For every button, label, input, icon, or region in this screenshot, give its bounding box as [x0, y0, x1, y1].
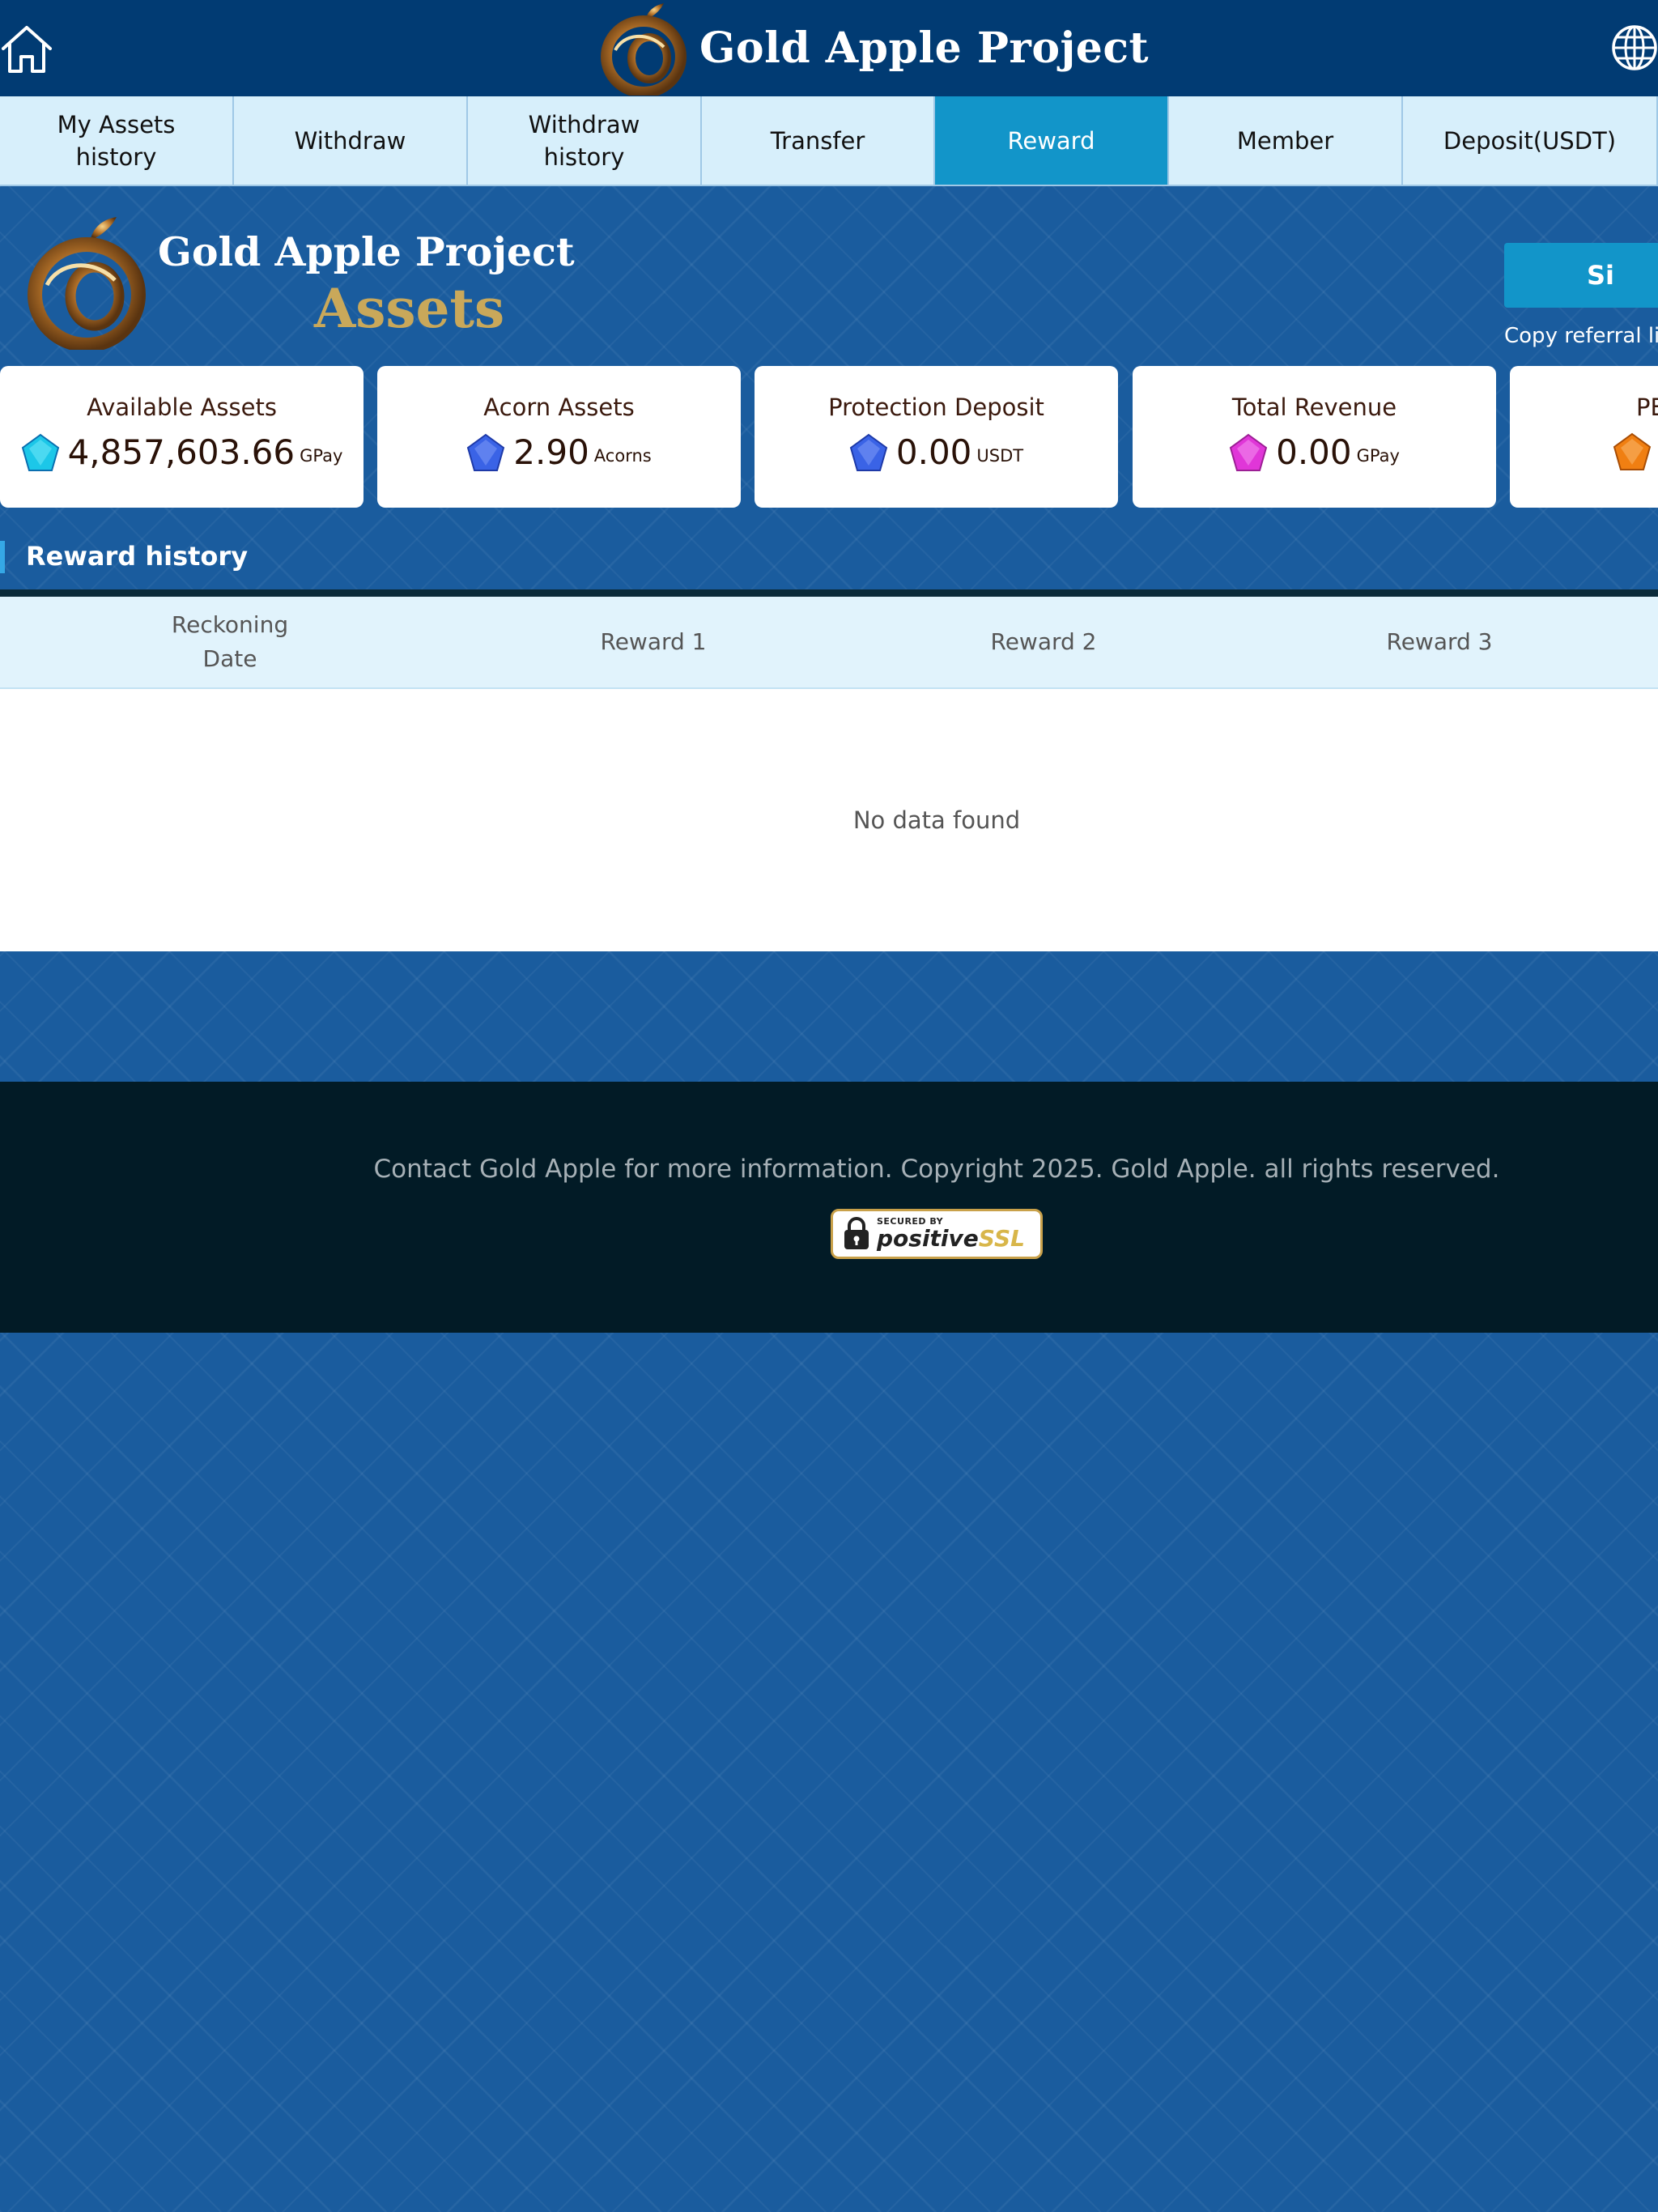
- top-header-bar: Gold Apple Project: [0, 0, 1658, 96]
- card-title: Available Assets: [87, 393, 277, 421]
- gem-icon: [849, 433, 888, 471]
- column-header-reward-3: Reward 3: [1386, 628, 1493, 655]
- tab-withdraw-history[interactable]: Withdraw history: [468, 96, 702, 186]
- tab-transfer[interactable]: Transfer: [702, 96, 935, 186]
- ssl-brand-positive: positive: [877, 1225, 979, 1252]
- table-body: No data found: [0, 689, 1658, 951]
- hero-subtitle: Assets: [314, 277, 505, 340]
- card-value: 0.00: [1276, 432, 1352, 472]
- home-icon[interactable]: [0, 24, 53, 74]
- positive-ssl-badge[interactable]: SECURED BY positiveSSL: [831, 1209, 1043, 1259]
- gem-icon: [467, 433, 505, 471]
- gem-icon: [1613, 432, 1652, 470]
- asset-card-pe: PE: [1510, 366, 1658, 508]
- table-header: Reckoning Date Reward 1 Reward 2 Reward …: [0, 597, 1658, 689]
- card-unit: USDT: [976, 445, 1024, 466]
- gold-apple-assets-logo-icon: [28, 217, 146, 350]
- card-unit: GPay: [300, 445, 343, 466]
- card-unit: GPay: [1356, 445, 1400, 466]
- footer: Contact Gold Apple for more information.…: [0, 1082, 1658, 1333]
- card-title: Acorn Assets: [483, 393, 635, 421]
- asset-card-protection-deposit: Protection Deposit 0.00 USDT: [755, 366, 1118, 508]
- card-value: 0.00: [895, 432, 972, 472]
- sign-in-button[interactable]: Si: [1504, 243, 1658, 308]
- asset-card-acorn: Acorn Assets 2.90 Acorns: [377, 366, 741, 508]
- asset-card-total-revenue: Total Revenue 0.00 GPay: [1133, 366, 1496, 508]
- column-header-reward-2: Reward 2: [990, 628, 1097, 655]
- column-header-reckoning-date: Reckoning Date: [171, 611, 289, 672]
- gold-apple-logo-icon: [601, 2, 687, 96]
- card-title: Protection Deposit: [828, 393, 1044, 421]
- empty-state-text: No data found: [852, 806, 1021, 834]
- section-divider: [0, 589, 1658, 597]
- header-title: Gold Apple Project: [699, 23, 1150, 73]
- brand-header[interactable]: Gold Apple Project: [599, 0, 1149, 96]
- lock-icon: [844, 1217, 869, 1249]
- hero-title: Gold Apple Project: [158, 228, 575, 275]
- section-title: Reward history: [26, 541, 249, 572]
- gem-icon: [21, 433, 59, 471]
- copy-referral-link[interactable]: Copy referral lin: [1504, 324, 1658, 348]
- ssl-brand-ssl: SSL: [978, 1225, 1025, 1252]
- card-value: 2.90: [513, 432, 589, 472]
- ssl-brand-text: positiveSSL: [877, 1227, 1025, 1251]
- tab-deposit-usdt[interactable]: Deposit(USDT): [1403, 96, 1658, 186]
- asset-card-available: Available Assets 4,857,603.66 GPay: [0, 366, 363, 508]
- nav-tabs: My Assets history Withdraw Withdraw hist…: [0, 96, 1658, 186]
- gem-icon: [1229, 433, 1268, 471]
- language-globe-icon[interactable]: [1611, 24, 1658, 71]
- column-header-reward-1: Reward 1: [600, 628, 707, 655]
- card-unit: Acorns: [593, 445, 652, 466]
- card-title: PE: [1636, 393, 1658, 421]
- tab-withdraw[interactable]: Withdraw: [234, 96, 468, 186]
- tab-member[interactable]: Member: [1169, 96, 1403, 186]
- section-accent-bar: [0, 541, 5, 573]
- card-title: Total Revenue: [1231, 393, 1397, 421]
- card-value: 4,857,603.66: [67, 432, 295, 472]
- tab-reward[interactable]: Reward: [935, 96, 1169, 186]
- footer-copyright: Contact Gold Apple for more information.…: [373, 1155, 1500, 1184]
- tab-my-assets-history[interactable]: My Assets history: [0, 96, 234, 186]
